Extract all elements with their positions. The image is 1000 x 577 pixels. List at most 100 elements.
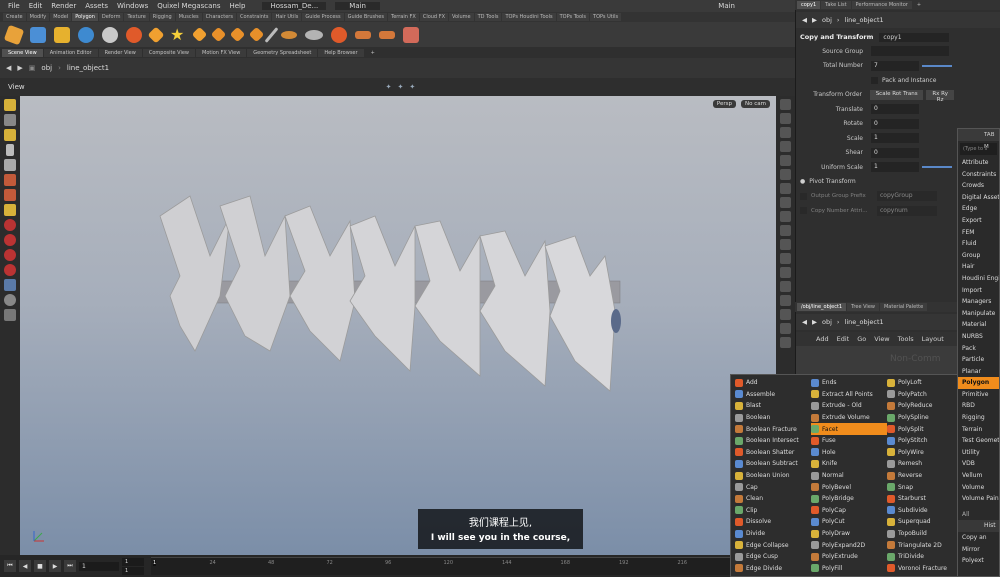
breadcrumb-node[interactable]: line_object1 [845, 318, 884, 326]
submenu-item[interactable]: Assemble [735, 389, 811, 401]
submenu-item[interactable]: PolyCut [811, 516, 887, 528]
handle-tool-icon[interactable] [4, 129, 16, 141]
diamond-icon[interactable] [191, 26, 208, 43]
submenu-item[interactable]: PolyFill [811, 563, 887, 575]
display-option-icon[interactable] [780, 225, 791, 236]
tab-composite-view[interactable]: Composite View [142, 48, 195, 57]
tab-menu-all[interactable]: All [958, 509, 999, 521]
tab-menu-item[interactable]: NURBS [958, 331, 999, 343]
tab-menu-item[interactable]: Hair [958, 261, 999, 273]
tab-menu-item[interactable]: Export [958, 215, 999, 227]
submenu-item[interactable]: Snap [887, 481, 959, 493]
tab-menu-item[interactable]: Group [958, 250, 999, 262]
submenu-item[interactable]: Remesh [887, 458, 959, 470]
submenu-item[interactable]: Normal [811, 470, 887, 482]
view-tool-icon[interactable]: ✦ [386, 83, 392, 91]
snap-grid-icon[interactable] [4, 234, 16, 246]
back-arrow-icon[interactable]: ◀ [802, 318, 807, 326]
breadcrumb-root[interactable]: obj [41, 64, 52, 72]
view-tool-icon[interactable] [4, 114, 16, 126]
tab-take-list[interactable]: Take List [821, 1, 851, 9]
tab-copy1[interactable]: copy1 [797, 1, 821, 9]
submenu-item[interactable]: Superquad [887, 516, 959, 528]
facet-icon[interactable] [147, 26, 165, 43]
submenu-item[interactable]: Boolean Union [735, 470, 811, 482]
tab-menu-item[interactable]: Houdini Engi [958, 273, 999, 285]
polybridge-icon[interactable] [355, 30, 371, 39]
display-option-icon[interactable] [780, 155, 791, 166]
tab-menu-item[interactable]: RBD [958, 400, 999, 412]
submenu-item[interactable]: Boolean [735, 412, 811, 424]
recent-item[interactable]: Copy an [958, 532, 999, 544]
add-tab-icon[interactable]: + [365, 49, 381, 57]
tab-menu-item[interactable]: Volume [958, 482, 999, 494]
tab-menu-item[interactable]: Primitive [958, 389, 999, 401]
display-option-icon[interactable] [780, 127, 791, 138]
source-group-field[interactable] [871, 46, 949, 57]
submenu-item[interactable]: Subdivide [887, 505, 959, 517]
submenu-item[interactable]: Blast [735, 400, 811, 412]
display-option-icon[interactable] [780, 337, 791, 348]
tab-menu-item[interactable]: Manipulate [958, 308, 999, 320]
submenu-item[interactable]: Boolean Shatter [735, 447, 811, 459]
submenu-item[interactable]: Knife [811, 458, 887, 470]
breadcrumb-root[interactable]: obj [822, 318, 832, 326]
knife-icon[interactable] [264, 26, 279, 43]
submenu-item[interactable]: Triangulate 2D [887, 539, 959, 551]
display-option-icon[interactable] [780, 113, 791, 124]
render-icon[interactable] [4, 309, 16, 321]
menu-assets[interactable]: Assets [85, 2, 108, 10]
torus-icon[interactable] [305, 29, 323, 40]
add-tab-icon[interactable]: + [913, 1, 925, 9]
submenu-item[interactable]: PolySplit [887, 423, 959, 435]
timeline-ruler[interactable]: 1 24 48 72 96 120 144 168 192 216 [151, 557, 736, 575]
back-arrow-icon[interactable]: ◀ [802, 16, 807, 24]
shelf-tab[interactable]: Constraints [236, 13, 272, 21]
lock-icon[interactable] [4, 159, 16, 171]
network-menu-edit[interactable]: Edit [837, 335, 850, 343]
tab-performance-monitor[interactable]: Performance Monitor [851, 1, 912, 9]
shelf-tab[interactable]: Cloud FX [419, 13, 449, 21]
start-frame-field[interactable]: 1 [122, 557, 144, 566]
submenu-item[interactable]: PolyStitch [887, 435, 959, 447]
display-option-icon[interactable] [780, 267, 791, 278]
ghost-icon[interactable] [4, 294, 16, 306]
display-option-icon[interactable] [780, 197, 791, 208]
breadcrumb-root[interactable]: obj [822, 16, 832, 24]
tab-menu-item[interactable]: Planar [958, 366, 999, 378]
submenu-item[interactable]: PolyExtrude [811, 551, 887, 563]
submenu-item[interactable]: Divide [735, 528, 811, 540]
back-arrow-icon[interactable]: ◀ [6, 64, 11, 72]
saucer-icon[interactable] [281, 30, 297, 39]
start-frame-field-2[interactable]: 1 [122, 566, 144, 575]
submenu-item[interactable]: Clip [735, 505, 811, 517]
brush-icon[interactable] [4, 174, 16, 186]
shelf-tab[interactable]: Volume [449, 13, 474, 21]
copy-number-field[interactable]: copynum [877, 205, 937, 216]
submenu-item[interactable]: Edge Cusp [735, 551, 811, 563]
shelf-tab[interactable]: Model [50, 13, 72, 21]
polysplit-icon[interactable] [248, 26, 265, 43]
transform-order-menu[interactable]: Scale Rot Trans [870, 89, 924, 100]
shelf-tab[interactable]: Guide Process [302, 13, 344, 21]
submenu-item[interactable]: Starburst [887, 493, 959, 505]
shelf-tab[interactable]: Texture [124, 13, 149, 21]
submenu-item[interactable]: PolyReduce [887, 400, 959, 412]
scene-viewport[interactable]: Persp No cam [20, 96, 776, 555]
shelf-tab[interactable]: Terrain FX [388, 13, 419, 21]
polyloft-icon[interactable] [379, 30, 395, 39]
rotate-order-menu[interactable]: Rx Ry Rz [926, 89, 954, 103]
remesh-icon[interactable] [331, 26, 347, 43]
shelf-tab[interactable]: Rigging [149, 13, 175, 21]
tab-menu-item[interactable]: Vellum [958, 470, 999, 482]
polyfill-icon[interactable] [30, 26, 46, 43]
network-menu-layout[interactable]: Layout [922, 335, 944, 343]
group-icon[interactable] [102, 26, 118, 43]
output-group-checkbox[interactable] [800, 192, 807, 200]
display-option-icon[interactable] [780, 99, 791, 110]
view-tool-icon[interactable]: ✦ [398, 83, 404, 91]
tab-menu-item[interactable]: Crowds [958, 180, 999, 192]
tab-menu-item[interactable]: Utility [958, 447, 999, 459]
shelf-tab[interactable]: Hair Utils [272, 13, 302, 21]
shelf-tab[interactable]: TOPs Utils [590, 13, 622, 21]
